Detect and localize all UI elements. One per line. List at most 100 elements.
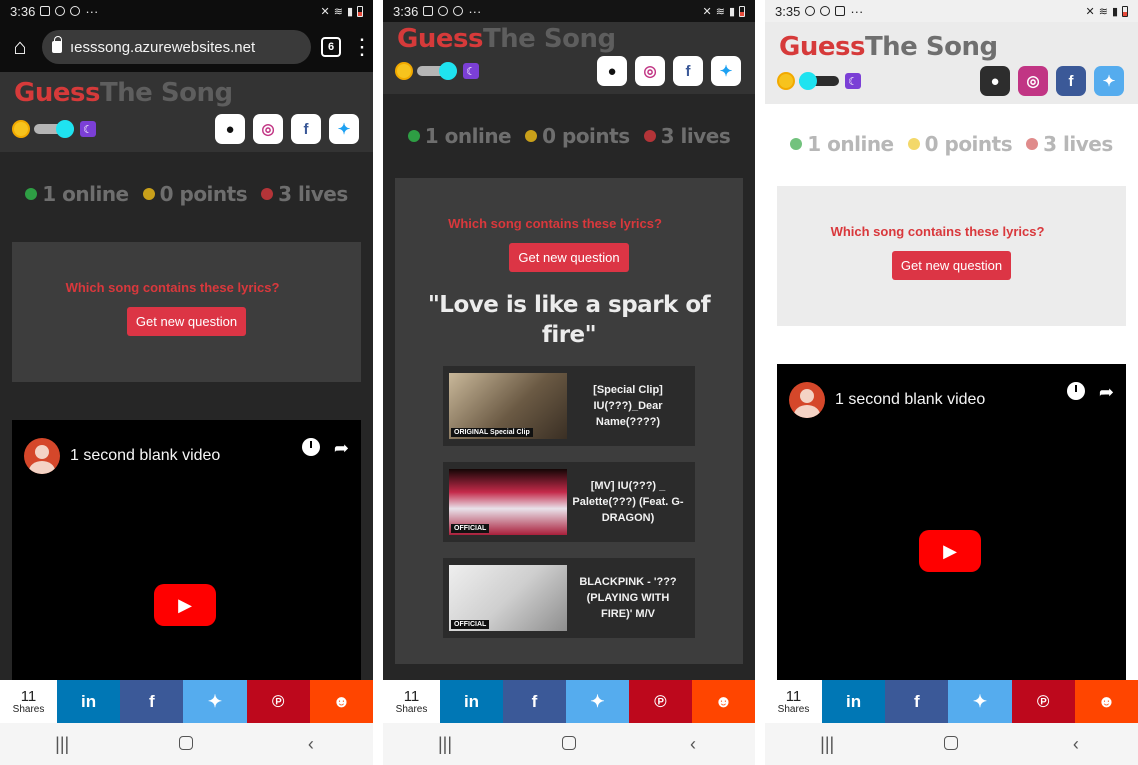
whatsapp-notification-icon (453, 6, 464, 16)
reddit-share-icon[interactable]: ☻ (1074, 680, 1138, 723)
gallery-icon (423, 6, 434, 16)
github-icon[interactable]: ● (980, 66, 1010, 96)
facebook-share-icon[interactable]: f (885, 680, 949, 723)
theme-toggle[interactable]: ☾ (397, 62, 479, 80)
youtube-play-button[interactable]: ▶ (919, 530, 981, 572)
home-nav-icon[interactable] (156, 734, 216, 755)
social-links: ● ◎ f ✦ (980, 66, 1124, 96)
share-arrow-icon[interactable]: ➦ (1099, 382, 1114, 403)
points-dot (142, 188, 155, 200)
youtube-play-button[interactable]: ▶ (154, 584, 216, 626)
online-count: 1 online (42, 182, 129, 206)
address-bar[interactable]: ıesssong.azurewebsites.net (42, 30, 311, 64)
share-arrow-icon[interactable]: ➦ (334, 438, 349, 459)
linkedin-share-icon[interactable]: in (57, 680, 121, 723)
twitter-share-icon[interactable]: ✦ (566, 680, 629, 723)
github-icon[interactable]: ● (597, 56, 627, 86)
clipboard-icon (835, 6, 846, 16)
toggle-knob[interactable] (56, 120, 74, 138)
get-new-question-button[interactable]: Get new question (891, 251, 1012, 280)
video-title[interactable]: 1 second blank video (835, 391, 1057, 409)
points-count: 0 points (542, 124, 630, 148)
share-bar: 11 Shares in f ✦ ℗ ☻ (765, 680, 1138, 723)
site-logo[interactable]: GuessThe Song (779, 32, 1124, 62)
instagram-notification-icon (55, 6, 66, 16)
moon-icon: ☾ (80, 121, 96, 137)
option-title: [Special Clip] IU(???)_Dear Name(????) (593, 384, 663, 428)
facebook-icon[interactable]: f (291, 114, 321, 144)
lives-count: 3 lives (278, 182, 348, 206)
back-icon[interactable]: ‹ (281, 734, 341, 755)
question-prompt: Which song contains these lyrics? (448, 216, 662, 231)
moon-icon: ☾ (845, 73, 861, 89)
linkedin-share-icon[interactable]: in (440, 680, 503, 723)
toggle-track[interactable] (417, 62, 457, 80)
lives-stat: 3 lives (643, 124, 731, 148)
game-stats: 1 online 0 points 3 lives (383, 94, 755, 178)
video-title[interactable]: 1 second blank video (70, 447, 292, 465)
recent-apps-icon[interactable]: ||| (32, 734, 92, 755)
answer-option-2[interactable]: OFFICIAL [MV] IU(???) _ Palette(???) (Fe… (443, 462, 695, 542)
phone-screen-2: 3:36 ··· ✕ ≋ ▮ GuessThe Song ☾ ● ◎ f ✦ 1… (383, 0, 755, 765)
back-icon[interactable]: ‹ (1046, 734, 1106, 755)
instagram-icon[interactable]: ◎ (1018, 66, 1048, 96)
reddit-share-icon[interactable]: ☻ (692, 680, 755, 723)
toggle-track[interactable] (34, 120, 74, 138)
video-player[interactable]: 1 second blank video ➦ ▶ (777, 364, 1126, 682)
points-stat: 0 points (907, 132, 1013, 156)
facebook-icon[interactable]: f (1056, 66, 1086, 96)
reddit-share-icon[interactable]: ☻ (309, 680, 373, 723)
sun-icon (779, 74, 793, 88)
option-title: [MV] IU(???) _ Palette(???) (Feat. G-DRA… (572, 480, 684, 524)
home-nav-icon[interactable] (539, 734, 599, 755)
home-icon[interactable]: ⌂ (8, 34, 32, 60)
instagram-icon[interactable]: ◎ (253, 114, 283, 144)
get-new-question-button[interactable]: Get new question (126, 307, 247, 336)
status-bar: 3:36 ··· ✕ ≋ ▮ (383, 0, 755, 22)
twitter-share-icon[interactable]: ✦ (183, 680, 247, 723)
social-links: ● ◎ f ✦ (597, 56, 741, 86)
overflow-menu-icon[interactable]: ⋮ (351, 36, 373, 58)
facebook-share-icon[interactable]: f (120, 680, 184, 723)
share-count-number: 11 (403, 687, 420, 705)
facebook-share-icon[interactable]: f (503, 680, 566, 723)
recent-apps-icon[interactable]: ||| (797, 734, 857, 755)
watch-later-icon[interactable] (1066, 382, 1085, 400)
recent-apps-icon[interactable]: ||| (415, 734, 475, 755)
lives-stat: 3 lives (1026, 132, 1113, 156)
twitter-share-icon[interactable]: ✦ (948, 680, 1012, 723)
linkedin-share-icon[interactable]: in (822, 680, 886, 723)
channel-avatar[interactable] (24, 438, 60, 474)
site-header: GuessThe Song ☾ ● ◎ f ✦ (765, 22, 1138, 104)
pinterest-share-icon[interactable]: ℗ (629, 680, 692, 723)
toggle-track[interactable] (799, 72, 839, 90)
lock-icon (52, 36, 62, 53)
pinterest-share-icon[interactable]: ℗ (1011, 680, 1075, 723)
instagram-icon[interactable]: ◎ (635, 56, 665, 86)
channel-avatar[interactable] (789, 382, 825, 418)
option-title: BLACKPINK - '??? (PLAYING WITH FIRE)' M/… (579, 576, 677, 620)
lives-dot (261, 188, 274, 200)
site-logo[interactable]: GuessThe Song (397, 24, 741, 54)
online-stat: 1 online (25, 182, 129, 206)
pinterest-share-icon[interactable]: ℗ (246, 680, 310, 723)
theme-toggle[interactable]: ☾ (779, 72, 861, 90)
theme-toggle[interactable]: ☾ (14, 120, 96, 138)
facebook-icon[interactable]: f (673, 56, 703, 86)
wifi-icon: ≋ (333, 5, 343, 18)
twitter-icon[interactable]: ✦ (1094, 66, 1124, 96)
toggle-knob[interactable] (439, 62, 457, 80)
home-nav-icon[interactable] (921, 734, 981, 755)
site-logo[interactable]: GuessThe Song (14, 78, 359, 108)
back-icon[interactable]: ‹ (663, 734, 723, 755)
github-icon[interactable]: ● (215, 114, 245, 144)
answer-option-1[interactable]: ORIGINAL Special Clip [Special Clip] IU(… (443, 366, 695, 446)
get-new-question-button[interactable]: Get new question (509, 243, 629, 272)
online-stat: 1 online (407, 124, 512, 148)
twitter-icon[interactable]: ✦ (711, 56, 741, 86)
answer-option-3[interactable]: OFFICIAL BLACKPINK - '??? (PLAYING WITH … (443, 558, 695, 638)
watch-later-icon[interactable] (301, 438, 320, 456)
toggle-knob[interactable] (799, 72, 817, 90)
twitter-icon[interactable]: ✦ (329, 114, 359, 144)
tab-switcher-button[interactable]: 6 (321, 37, 341, 57)
